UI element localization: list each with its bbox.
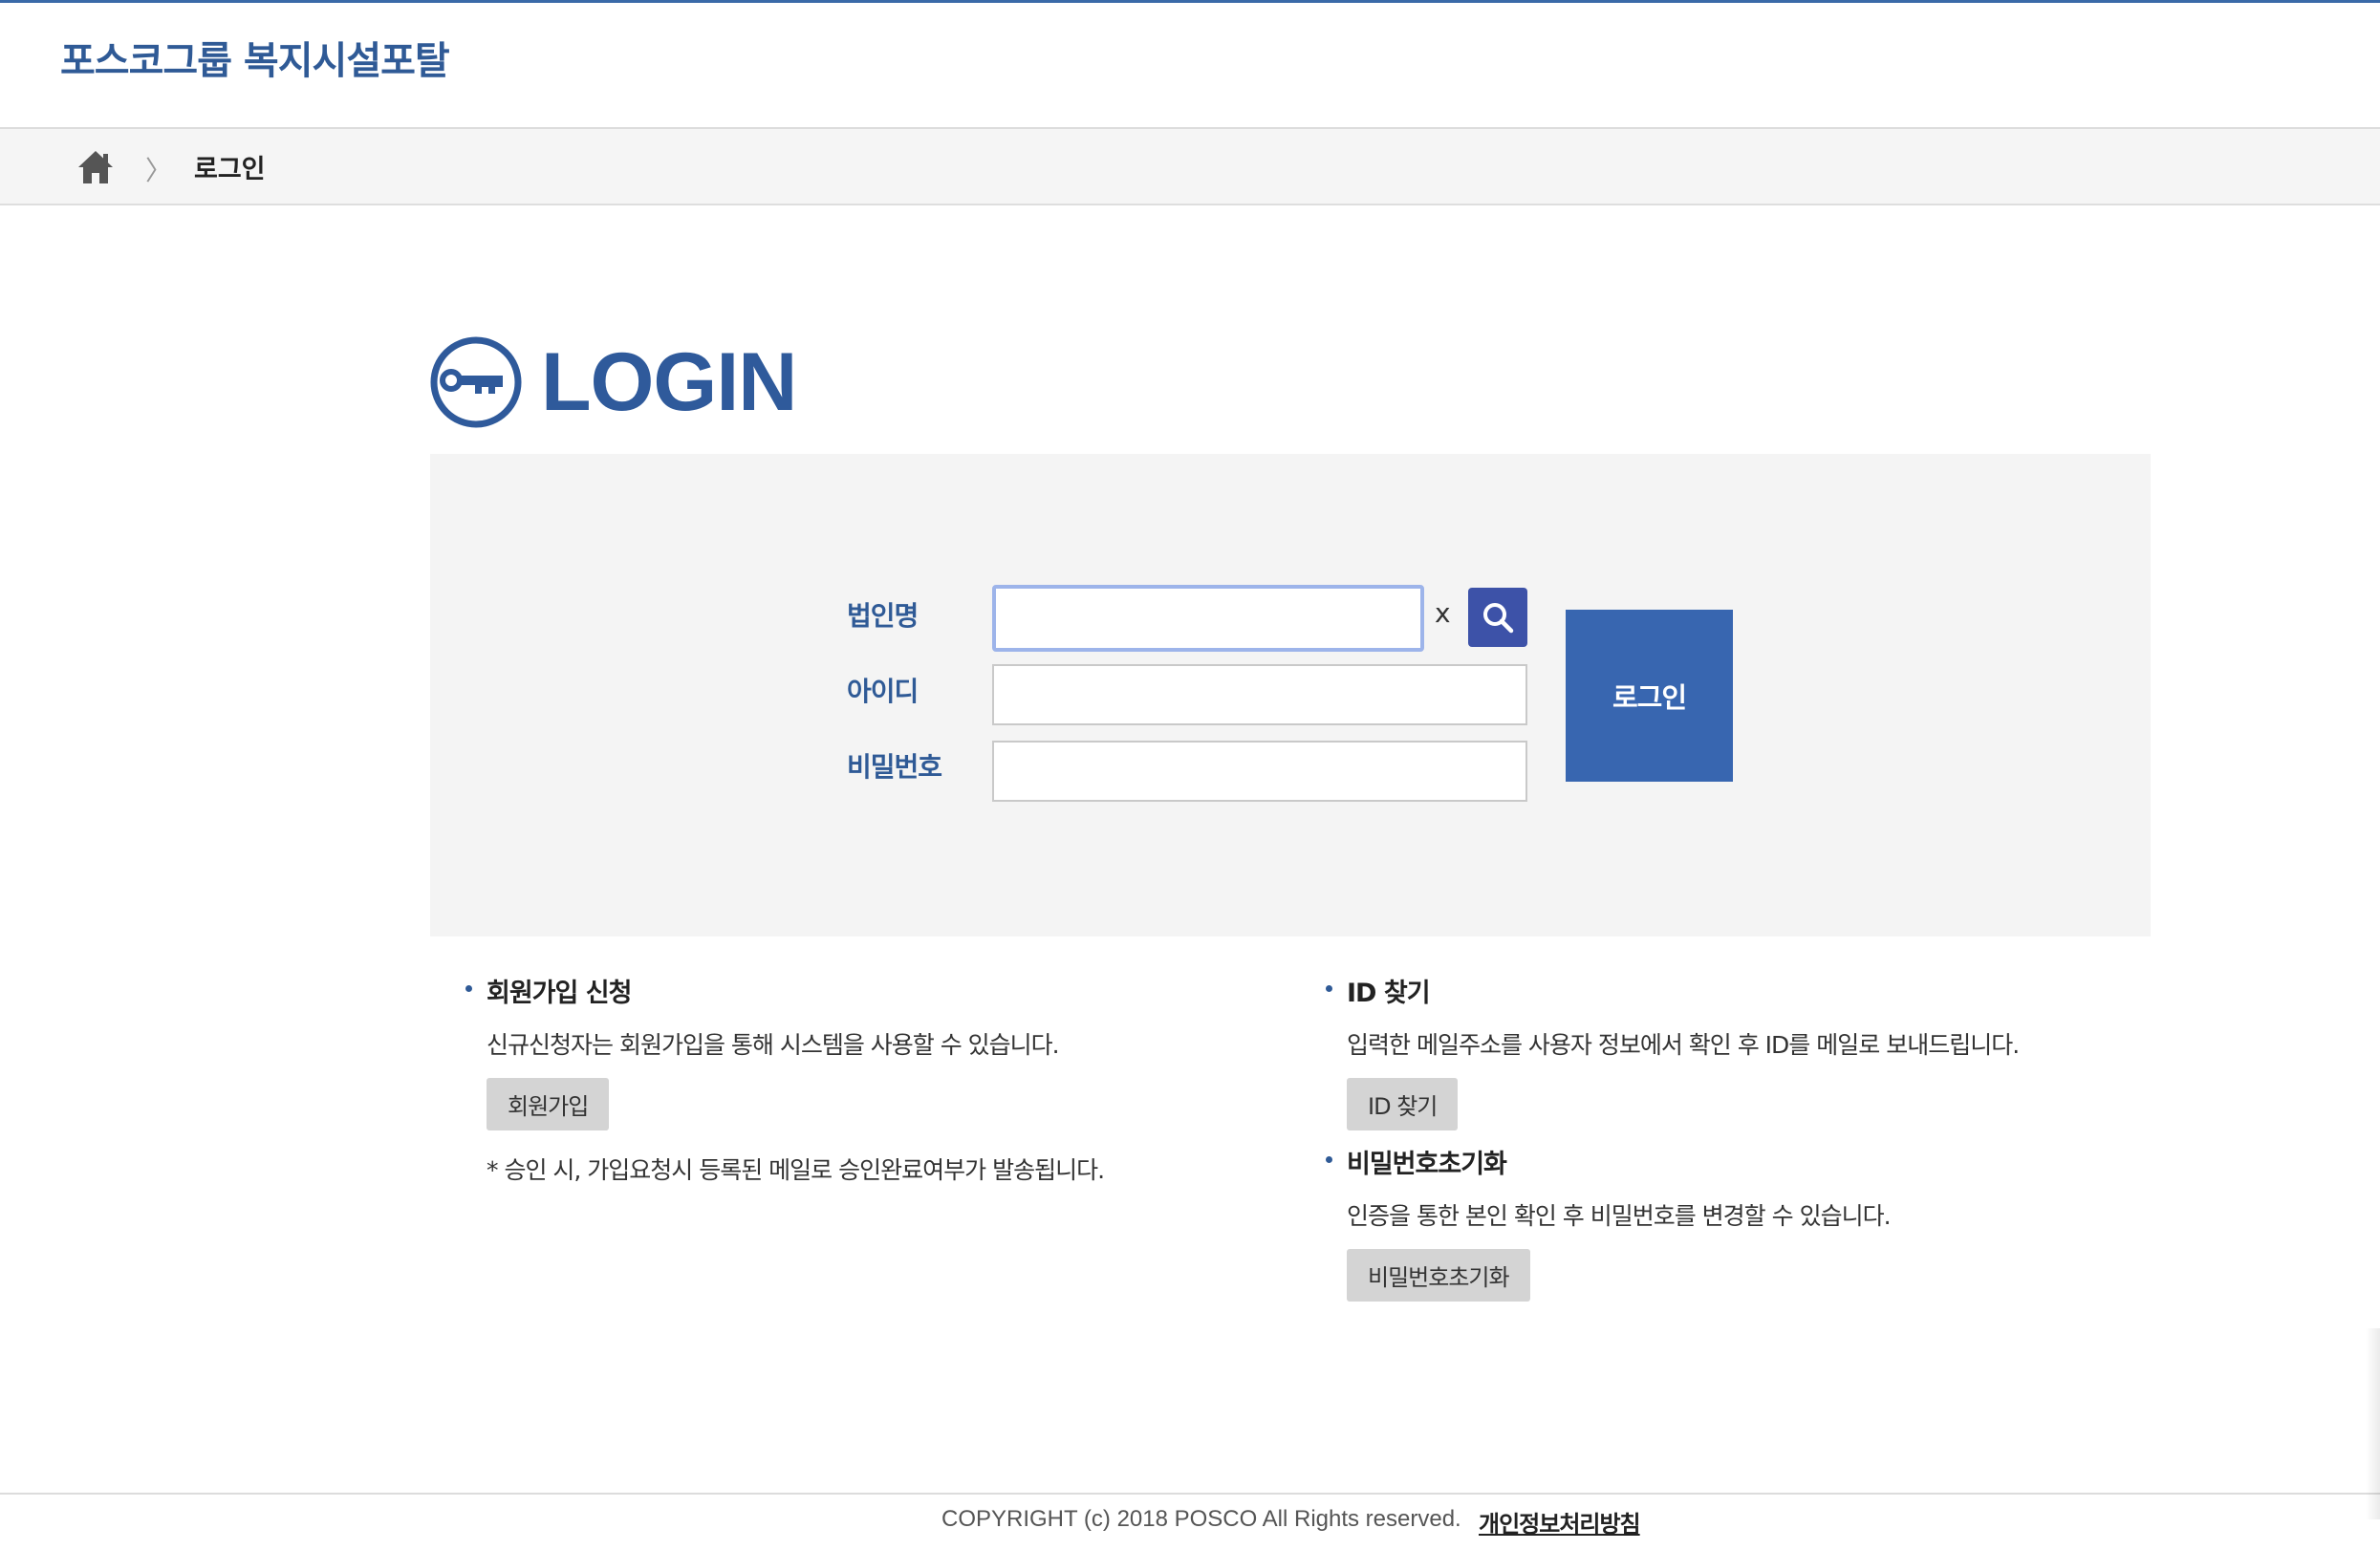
- search-icon: [1483, 603, 1514, 634]
- bullet: [1326, 985, 1332, 992]
- id-input[interactable]: [992, 664, 1527, 725]
- login-title: LOGIN: [541, 336, 797, 428]
- reset-password-heading-text: 비밀번호초기화: [1347, 1150, 1507, 1179]
- password-input[interactable]: [992, 741, 1527, 802]
- key-icon: [430, 336, 522, 428]
- login-panel: 법인명 x 아이디 비밀번호 로그인: [430, 454, 2151, 936]
- site-title[interactable]: 포스코그룹 복지시설포탈: [60, 30, 450, 85]
- copyright-text: COPYRIGHT (c) 2018 POSCO All Rights rese…: [941, 1506, 1461, 1532]
- password-label: 비밀번호: [847, 751, 942, 783]
- edge-shadow: [2366, 1328, 2380, 1519]
- clear-corp-button[interactable]: x: [1435, 597, 1451, 629]
- id-label: 아이디: [847, 676, 919, 707]
- join-heading-text: 회원가입 신청: [487, 979, 632, 1008]
- reset-password-heading: 비밀번호초기화: [1326, 1143, 1891, 1180]
- breadcrumb: 〉 로그인: [0, 129, 2380, 205]
- bullet: [1326, 1156, 1332, 1163]
- find-id-heading-text: ID 찾기: [1347, 979, 1431, 1008]
- join-button[interactable]: 회원가입: [487, 1078, 610, 1130]
- home-icon[interactable]: [76, 149, 115, 185]
- reset-password-description: 인증을 통한 본인 확인 후 비밀번호를 변경할 수 있습니다.: [1347, 1202, 1892, 1230]
- find-id-description: 입력한 메일주소를 사용자 정보에서 확인 후 ID를 메일로 보내드립니다.: [1347, 1031, 2020, 1059]
- join-section: 회원가입 신청 신규신청자는 회원가입을 통해 시스템을 사용할 수 있습니다.…: [465, 972, 1105, 1186]
- corp-name-input[interactable]: [992, 585, 1424, 652]
- breadcrumb-current: 로그인: [194, 155, 266, 184]
- site-footer: COPYRIGHT (c) 2018 POSCO All Rights rese…: [0, 1493, 2380, 1550]
- login-button[interactable]: 로그인: [1566, 610, 1733, 782]
- join-note: * 승인 시, 가입요청시 등록된 메일로 승인완료여부가 발송됩니다.: [487, 1156, 1105, 1184]
- breadcrumb-separator: 〉: [145, 155, 173, 186]
- reset-password-section: 비밀번호초기화 인증을 통한 본인 확인 후 비밀번호를 변경할 수 있습니다.…: [1326, 1143, 1892, 1302]
- find-id-heading: ID 찾기: [1326, 972, 2019, 1009]
- bullet: [465, 985, 472, 992]
- corp-search-button[interactable]: [1468, 588, 1527, 647]
- corp-label: 법인명: [847, 600, 919, 632]
- join-description: 신규신청자는 회원가입을 통해 시스템을 사용할 수 있습니다.: [487, 1031, 1060, 1059]
- privacy-policy-link[interactable]: 개인정보처리방침: [1479, 1505, 1641, 1539]
- find-id-button[interactable]: ID 찾기: [1347, 1078, 1459, 1130]
- reset-password-button[interactable]: 비밀번호초기화: [1347, 1249, 1530, 1302]
- find-id-section: ID 찾기 입력한 메일주소를 사용자 정보에서 확인 후 ID를 메일로 보내…: [1326, 972, 2020, 1130]
- site-header: 포스코그룹 복지시설포탈: [0, 3, 2380, 129]
- join-heading: 회원가입 신청: [465, 972, 1104, 1009]
